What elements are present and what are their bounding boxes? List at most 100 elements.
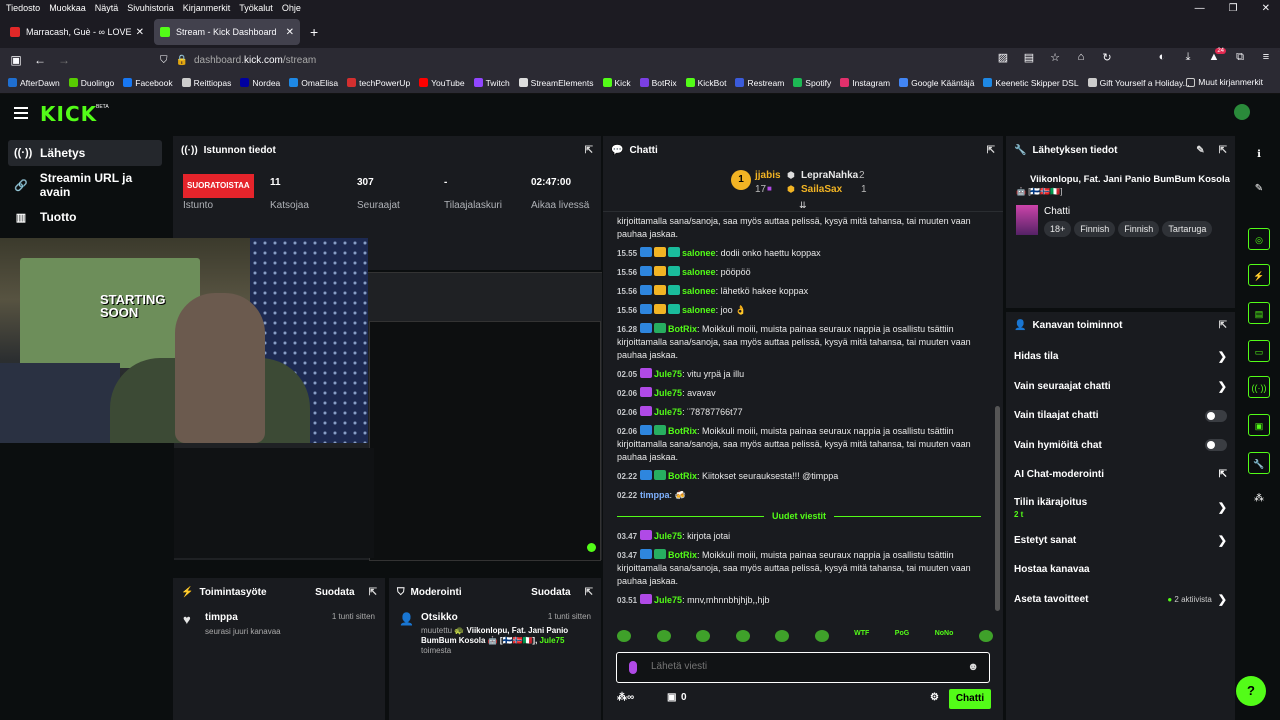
new-tab-icon[interactable]: + [310, 24, 318, 40]
emote-icon[interactable] [696, 630, 711, 642]
account-icon[interactable]: ◐ [1154, 51, 1170, 64]
emote-icon[interactable] [735, 630, 750, 642]
lightning-icon[interactable]: ⚡ [1248, 264, 1270, 286]
category-thumbnail[interactable] [1016, 205, 1038, 235]
popout-icon[interactable]: ⇱ [369, 587, 377, 598]
bookmark-item[interactable]: Instagram [840, 78, 890, 88]
shield-icon[interactable]: ⛉ [160, 55, 168, 66]
activity-user[interactable]: timppa [205, 612, 238, 623]
message-username[interactable]: Jule75 [654, 531, 682, 541]
emote-icon[interactable]: NoNo [935, 630, 954, 646]
chat-input[interactable] [651, 661, 951, 672]
notes-icon[interactable]: ▤ [1248, 302, 1270, 324]
info-icon[interactable]: ℹ [1248, 144, 1270, 166]
emote-icon[interactable] [814, 630, 829, 642]
bookmark-item[interactable]: AfterDawn [8, 78, 60, 88]
gift-count-icon[interactable]: ▣ [667, 692, 676, 703]
leader-name[interactable]: SailaSax [801, 184, 842, 195]
restore-icon[interactable]: ❐ [1229, 3, 1238, 14]
bookmark-item[interactable]: Google Kääntäjä [899, 78, 974, 88]
toggle-switch[interactable] [1205, 409, 1227, 422]
chat-input-box[interactable]: ☻ [616, 652, 990, 683]
back-icon[interactable]: ← [28, 53, 52, 67]
url-bar[interactable]: ⛉ 🔒 dashboard. kick.com/stream [152, 50, 982, 70]
emoji-icon[interactable]: ☻ [967, 661, 979, 673]
edit-icon[interactable]: ✎ [1248, 178, 1270, 200]
channel-action-row[interactable]: Vain hymiöitä chat [1006, 431, 1235, 461]
extensions-icon[interactable]: ⧉ [1232, 51, 1248, 64]
channel-action-row[interactable]: AI Chat-moderointi ⇱ [1006, 460, 1235, 490]
close-tab-icon[interactable]: ✕ [286, 27, 294, 38]
message-username[interactable]: salonee [682, 248, 716, 258]
broadcast-icon[interactable]: ((·)) [1248, 376, 1270, 398]
bookmark-item[interactable]: Gift Yourself a Holiday... [1087, 78, 1190, 88]
close-tab-icon[interactable]: ✕ [136, 27, 144, 38]
filter-button[interactable]: Suodata [315, 587, 354, 598]
expand-icon[interactable]: ⇊ [799, 200, 807, 211]
popout-icon[interactable]: ⇱ [1219, 320, 1227, 331]
message-username[interactable]: BotRix [668, 324, 697, 334]
toggle-switch[interactable] [1205, 439, 1227, 452]
sidebar-item[interactable]: 🔗 Streamin URL ja avain [8, 171, 162, 199]
channel-action-row[interactable]: Aseta tavoitteet ● 2 aktiivista ❯ [1006, 585, 1235, 615]
bookmark-item[interactable]: Reittiopas [181, 78, 231, 88]
bookmark-item[interactable]: techPowerUp [347, 78, 410, 88]
menu-item[interactable]: Sivuhistoria [127, 3, 174, 13]
popout-icon[interactable]: ⇱ [1219, 145, 1227, 156]
leader-name[interactable]: LepraNahka [801, 170, 858, 181]
download-icon[interactable]: ⤓ [1180, 51, 1196, 64]
menu-icon[interactable]: ≡ [1258, 51, 1274, 64]
message-username[interactable]: BotRix [668, 550, 697, 560]
menu-item[interactable]: Näytä [95, 3, 119, 13]
other-bookmarks[interactable]: Muut kirjanmerkit [1186, 77, 1263, 87]
edit-icon[interactable]: ✎ [1196, 145, 1204, 156]
popout-icon[interactable]: ⇱ [987, 145, 995, 156]
bookmark-item[interactable]: BotRix [639, 78, 677, 88]
message-username[interactable]: salonee [682, 267, 716, 277]
wrench-icon[interactable]: 🔧 [1248, 452, 1270, 474]
bookmark-item[interactable]: StreamElements [518, 78, 594, 88]
browser-tab-kick[interactable]: Stream - Kick Dashboard ✕ [154, 19, 300, 45]
leader-name[interactable]: jjabis [755, 170, 781, 181]
user-avatar[interactable] [1234, 104, 1250, 120]
bookmark-item[interactable]: Restream [735, 78, 784, 88]
message-username[interactable]: Jule75 [654, 407, 682, 417]
bookmark-item[interactable]: Twitch [473, 78, 510, 88]
bookmark-item[interactable]: Spotify [793, 78, 831, 88]
bookmark-item[interactable]: Nordea [240, 78, 280, 88]
menu-item[interactable]: Ohje [282, 3, 301, 13]
sidebar-item[interactable]: ▥ Tuotto [8, 204, 162, 230]
sidebar-item[interactable]: ((·)) Lähetys [8, 140, 162, 166]
bookmark-item[interactable]: Keenetic Skipper DSL [983, 78, 1079, 88]
menu-item[interactable]: Työkalut [239, 3, 273, 13]
reload-icon[interactable]: ↻ [1099, 51, 1115, 64]
emote-icon[interactable]: WTF [854, 630, 869, 646]
picture-icon[interactable]: ▨ [995, 51, 1011, 64]
channel-action-row[interactable]: Vain tilaajat chatti [1006, 401, 1235, 431]
sidebar-toggle-icon[interactable]: ▣ [4, 53, 28, 67]
message-username[interactable]: timppa [640, 490, 670, 500]
bookmark-item[interactable]: Facebook [123, 78, 173, 88]
emote-icon[interactable]: PoG [895, 630, 909, 646]
menu-item[interactable]: Tiedosto [6, 3, 40, 13]
mod-by[interactable]: Jule75 [540, 636, 565, 645]
extension-badge-icon[interactable]: ▲ 24 [1206, 48, 1226, 64]
channel-action-row[interactable]: Tilin ikärajoitus 2 t ❯ [1006, 490, 1235, 526]
followers-only-icon[interactable]: ⁂∞ [617, 692, 634, 703]
chat-icon[interactable]: ▭ [1248, 340, 1270, 362]
message-username[interactable]: Jule75 [654, 595, 682, 605]
minimize-icon[interactable]: — [1195, 3, 1205, 14]
bookmark-item[interactable]: Kick [602, 78, 631, 88]
menu-item[interactable]: Muokkaa [49, 3, 86, 13]
bookmark-item[interactable]: OmaElisa [289, 78, 338, 88]
home-icon[interactable]: ⌂ [1073, 51, 1089, 64]
emote-icon[interactable] [978, 630, 993, 642]
bookmark-item[interactable]: KickBot [685, 78, 726, 88]
menu-item[interactable]: Kirjanmerkit [183, 3, 231, 13]
channel-action-row[interactable]: Estetyt sanat ❯ [1006, 526, 1235, 556]
emote-icon[interactable] [617, 630, 631, 642]
message-username[interactable]: Jule75 [654, 388, 682, 398]
emote-icon[interactable] [656, 630, 671, 642]
bookmark-star-icon[interactable]: ☆ [1047, 51, 1063, 64]
send-chat-button[interactable]: Chatti [949, 689, 991, 709]
